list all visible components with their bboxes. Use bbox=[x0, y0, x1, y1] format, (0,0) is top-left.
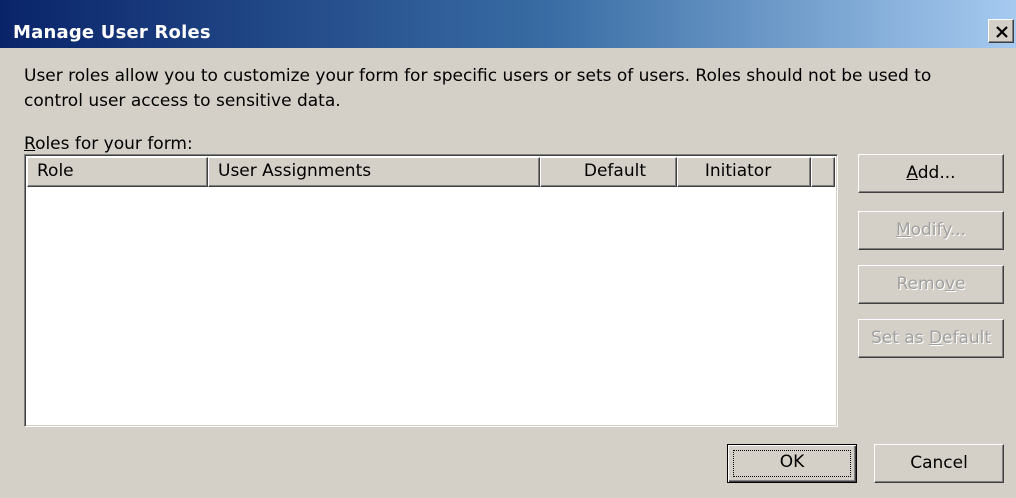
roles-label: Roles for your form: bbox=[24, 134, 193, 154]
remove-button[interactable]: Remove bbox=[858, 265, 1004, 304]
column-header-role[interactable]: Role bbox=[27, 157, 208, 187]
ok-label: OK bbox=[779, 452, 805, 472]
column-header-filler bbox=[811, 157, 835, 187]
remove-label-accel: v bbox=[944, 274, 956, 294]
set-default-label-accel: D bbox=[928, 328, 943, 348]
dialog-description: User roles allow you to customize your f… bbox=[24, 66, 932, 111]
cancel-button[interactable]: Cancel bbox=[874, 444, 1004, 483]
roles-label-accel: R bbox=[24, 134, 36, 154]
set-as-default-button[interactable]: Set as Default bbox=[858, 319, 1004, 358]
roles-label-rest: oles for your form: bbox=[35, 134, 193, 154]
column-header-user-assignments[interactable]: User Assignments bbox=[208, 157, 540, 187]
add-label-post: dd... bbox=[917, 163, 956, 183]
modify-label-accel: M bbox=[895, 220, 911, 240]
roles-list[interactable]: Role User Assignments Default Initiator bbox=[24, 154, 838, 427]
dialog-title: Manage User Roles bbox=[13, 22, 211, 43]
cancel-label: Cancel bbox=[910, 453, 968, 473]
set-default-label-post: efault bbox=[942, 328, 992, 348]
modify-button[interactable]: Modify... bbox=[858, 211, 1004, 250]
column-header-initiator[interactable]: Initiator bbox=[677, 157, 811, 187]
ok-button[interactable]: OK bbox=[727, 444, 857, 483]
column-header-default[interactable]: Default bbox=[540, 157, 677, 187]
title-bar: Manage User Roles bbox=[0, 0, 1016, 48]
close-button[interactable] bbox=[988, 19, 1014, 43]
add-button[interactable]: Add... bbox=[858, 154, 1004, 193]
close-icon bbox=[995, 21, 1009, 44]
modify-label-post: odify... bbox=[910, 220, 967, 240]
remove-label-post: e bbox=[955, 274, 966, 294]
remove-label-pre: Remo bbox=[896, 274, 945, 294]
set-default-label-pre: Set as bbox=[870, 328, 929, 348]
add-label-accel: A bbox=[906, 163, 918, 183]
